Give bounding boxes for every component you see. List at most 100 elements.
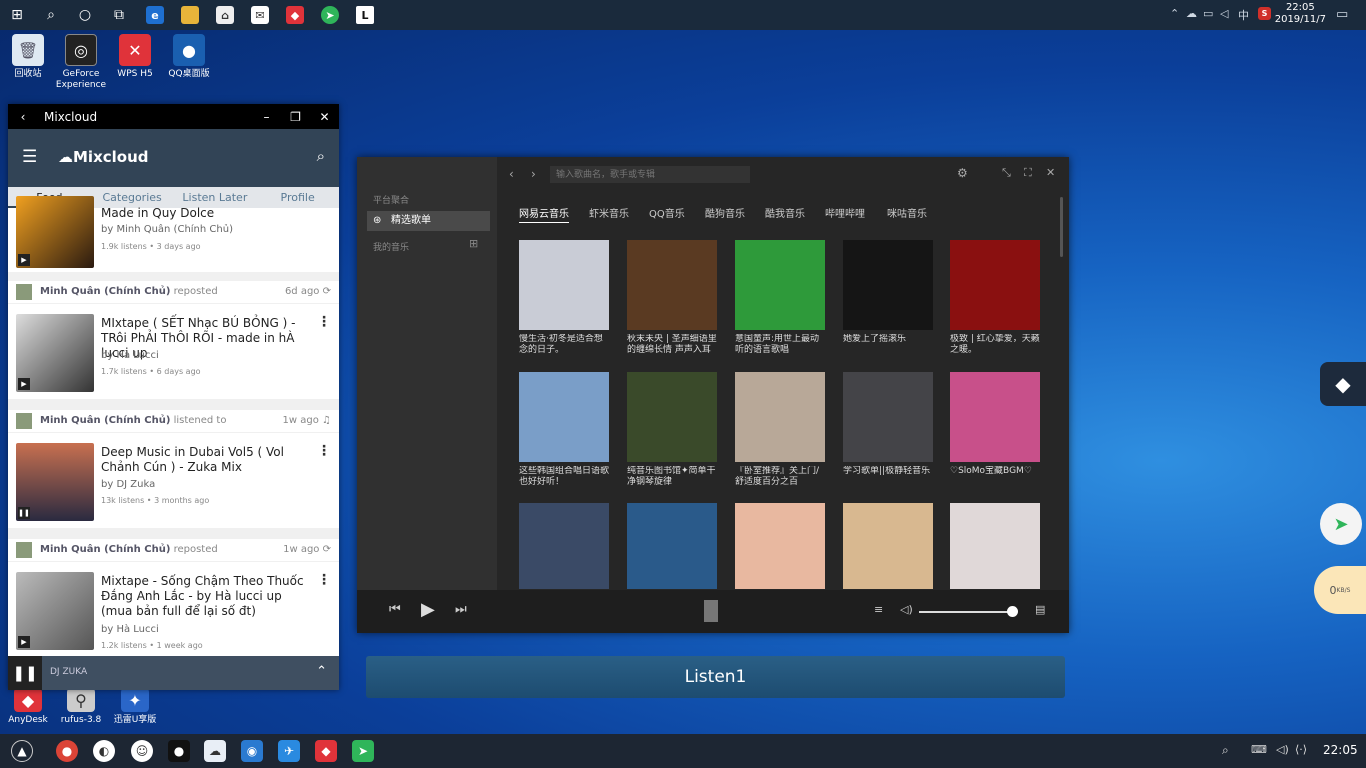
mix-title[interactable]: Mixtape - Sống Chậm Theo Thuốc Đắng Anh … (101, 574, 311, 619)
playlist-card[interactable]: 慢生活·初冬是适合想念的日子。 (519, 240, 609, 358)
playlist-cover[interactable] (735, 372, 825, 462)
playlist-card[interactable] (627, 503, 717, 589)
playlist-card[interactable]: 『卧室推荐』关上门/舒适度百分之百 (735, 372, 825, 490)
bird-icon[interactable]: ✈ (278, 740, 300, 762)
scrollbar[interactable] (1060, 197, 1063, 257)
list-item[interactable]: ▶ Made in Quy Dolce by Minh Quân (Chính … (8, 196, 339, 272)
mix-title[interactable]: Made in Quy Dolce (101, 206, 311, 221)
menu-icon[interactable]: ☰ (22, 147, 37, 167)
anydesk-widget-icon[interactable]: ◆ (1320, 362, 1366, 406)
repost-user[interactable]: Minh Quân (Chính Chủ) (40, 286, 170, 297)
more-options-icon[interactable]: ⋮ (317, 572, 331, 588)
playlist-card[interactable]: 秋末未央 | 圣声细语里的缠绵长情 声声入耳 (627, 240, 717, 358)
repost-user[interactable]: Minh Quân (Chính Chủ) (40, 415, 170, 426)
chevron-up-icon[interactable]: ⌃ (316, 664, 327, 679)
notification-icon[interactable]: ▭ (1336, 7, 1348, 22)
forward-icon[interactable]: › (531, 167, 536, 181)
playlist-cover[interactable] (627, 372, 717, 462)
search-icon[interactable]: ⌕ (1222, 743, 1229, 758)
avatar[interactable] (16, 284, 32, 300)
playlist-cover[interactable] (627, 503, 717, 589)
playlist-card[interactable]: ♡SloMo宝藏BGM♡ (950, 372, 1040, 490)
network-icon[interactable]: ⟨·⟩ (1295, 743, 1307, 756)
playlist-card[interactable] (843, 503, 933, 589)
mix-author[interactable]: by Hà Lucci (101, 350, 159, 361)
platform-tab[interactable]: 网易云音乐 (519, 205, 569, 223)
playlist-cover[interactable] (843, 372, 933, 462)
playlist-card[interactable]: 纯音乐图书馆✦简单干净钢琴旋律 (627, 372, 717, 490)
store-icon[interactable]: ⌂ (213, 3, 237, 27)
green-arrow-icon[interactable]: ➤ (318, 3, 342, 27)
playlist-cover[interactable] (735, 240, 825, 330)
app-icon[interactable]: ◉ (241, 740, 263, 762)
taskbar-clock[interactable]: 22:05 (1323, 743, 1358, 757)
mail-icon[interactable]: ✉ (248, 3, 272, 27)
mixcloud-logo[interactable]: ☁Mixcloud (58, 148, 149, 166)
add-playlist-icon[interactable]: ⊞ (469, 237, 478, 250)
anydesk-icon[interactable]: ◆ (315, 740, 337, 762)
anydesk-icon[interactable]: ◆ (283, 3, 307, 27)
platform-tab[interactable]: 虾米音乐 (589, 205, 629, 220)
file-explorer-icon[interactable] (178, 3, 202, 27)
play-icon[interactable]: ▶ (18, 636, 30, 648)
wps-h5-icon[interactable]: ✕ WPS H5 (107, 34, 163, 80)
minimize-icon[interactable]: – (252, 110, 281, 124)
mix-thumbnail[interactable]: ▶ (16, 572, 94, 650)
playlist-caption[interactable]: 秋末未央 | 圣声细语里的缠绵长情 声声入耳 (627, 334, 717, 358)
pause-icon[interactable]: ❚❚ (18, 507, 30, 519)
next-icon[interactable]: ⏭ (455, 602, 467, 617)
platform-tab[interactable]: 咪咕音乐 (887, 205, 927, 220)
repost-user[interactable]: Minh Quân (Chính Chủ) (40, 544, 170, 555)
list-item[interactable]: ▶ Mixtape - Sống Chậm Theo Thuốc Đắng An… (8, 562, 339, 662)
mix-author[interactable]: by DJ Zuka (101, 479, 155, 490)
network-speed-widget[interactable]: 0 KB/S (1314, 566, 1366, 614)
volume-handle[interactable] (1007, 606, 1018, 617)
back-icon[interactable]: ‹ (509, 167, 514, 181)
chrome-icon[interactable]: ● (56, 740, 78, 762)
platform-tab[interactable]: 酷狗音乐 (705, 205, 745, 220)
mix-author[interactable]: by Minh Quân (Chính Chủ) (101, 224, 233, 235)
anydesk-desktop-icon[interactable]: ◆ AnyDesk (0, 688, 56, 726)
playlist-card[interactable] (735, 503, 825, 589)
pause-icon[interactable]: ❚❚ (8, 656, 42, 690)
playlist-card[interactable] (950, 503, 1040, 589)
close-icon[interactable]: ✕ (1046, 166, 1055, 179)
listen1-taskbar-button[interactable]: Listen1 (366, 656, 1065, 698)
playlist-cover[interactable] (519, 240, 609, 330)
back-icon[interactable]: ‹ (8, 110, 38, 124)
playlist-card[interactable]: 这些韩国组合唱日语歌也好好听！ (519, 372, 609, 490)
playlist-card[interactable] (519, 503, 609, 589)
avatar[interactable] (16, 413, 32, 429)
playlist-card[interactable]: 学习歌单||极静轻音乐 (843, 372, 933, 490)
playlist-card[interactable]: 意国童声:用世上最动听的语言歌唱 (735, 240, 825, 358)
qq-icon[interactable]: ● QQ桌面版 (161, 34, 217, 80)
playlist-caption[interactable]: 她爱上了摇滚乐 (843, 334, 933, 358)
list-item[interactable]: ▶ MIxtape ( SẾT Nhạc BÚ BỎNG ) - TRôi Ph… (8, 304, 339, 399)
app-icon[interactable]: ☺ (131, 740, 153, 762)
playlist-caption[interactable]: 慢生活·初冬是适合想念的日子。 (519, 334, 609, 358)
platform-tab[interactable]: 哔哩哔哩 (825, 205, 865, 220)
mix-thumbnail[interactable]: ▶ (16, 314, 94, 392)
rufus-icon[interactable]: ⚲ rufus-3.8 (53, 688, 109, 726)
more-options-icon[interactable]: ⋮ (317, 443, 331, 459)
geforce-icon[interactable]: ◎ GeForce Experience (53, 34, 109, 91)
sidebar-item-featured[interactable]: ⊛ 精选歌单 (367, 211, 490, 231)
previous-icon[interactable]: ⏮ (389, 602, 401, 617)
playlist-card[interactable]: 她爱上了摇滚乐 (843, 240, 933, 358)
gear-icon[interactable]: ⚙ (957, 166, 968, 180)
playlist-cover[interactable] (519, 503, 609, 589)
playlist-caption[interactable]: 这些韩国组合唱日语歌也好好听！ (519, 466, 609, 490)
windows-start-icon[interactable]: ⊞ (5, 3, 29, 27)
recycle-bin-icon[interactable]: 🗑 回收站 (0, 34, 56, 80)
volume-icon[interactable]: ◁) (1276, 743, 1289, 756)
app-icon[interactable]: ◐ (93, 740, 115, 762)
listen1-icon[interactable]: L (353, 3, 377, 27)
volume-icon[interactable]: ◁) (900, 603, 913, 616)
send-icon[interactable]: ➤ (352, 740, 374, 762)
tab-listen-later[interactable]: Listen Later (174, 187, 257, 208)
cortana-icon[interactable]: ○ (73, 3, 97, 27)
search-icon[interactable]: ⌕ (317, 147, 325, 165)
task-view-icon[interactable]: ⧉ (107, 3, 131, 27)
mix-thumbnail[interactable]: ▶ (16, 196, 94, 268)
edge-icon[interactable]: e (143, 3, 167, 27)
